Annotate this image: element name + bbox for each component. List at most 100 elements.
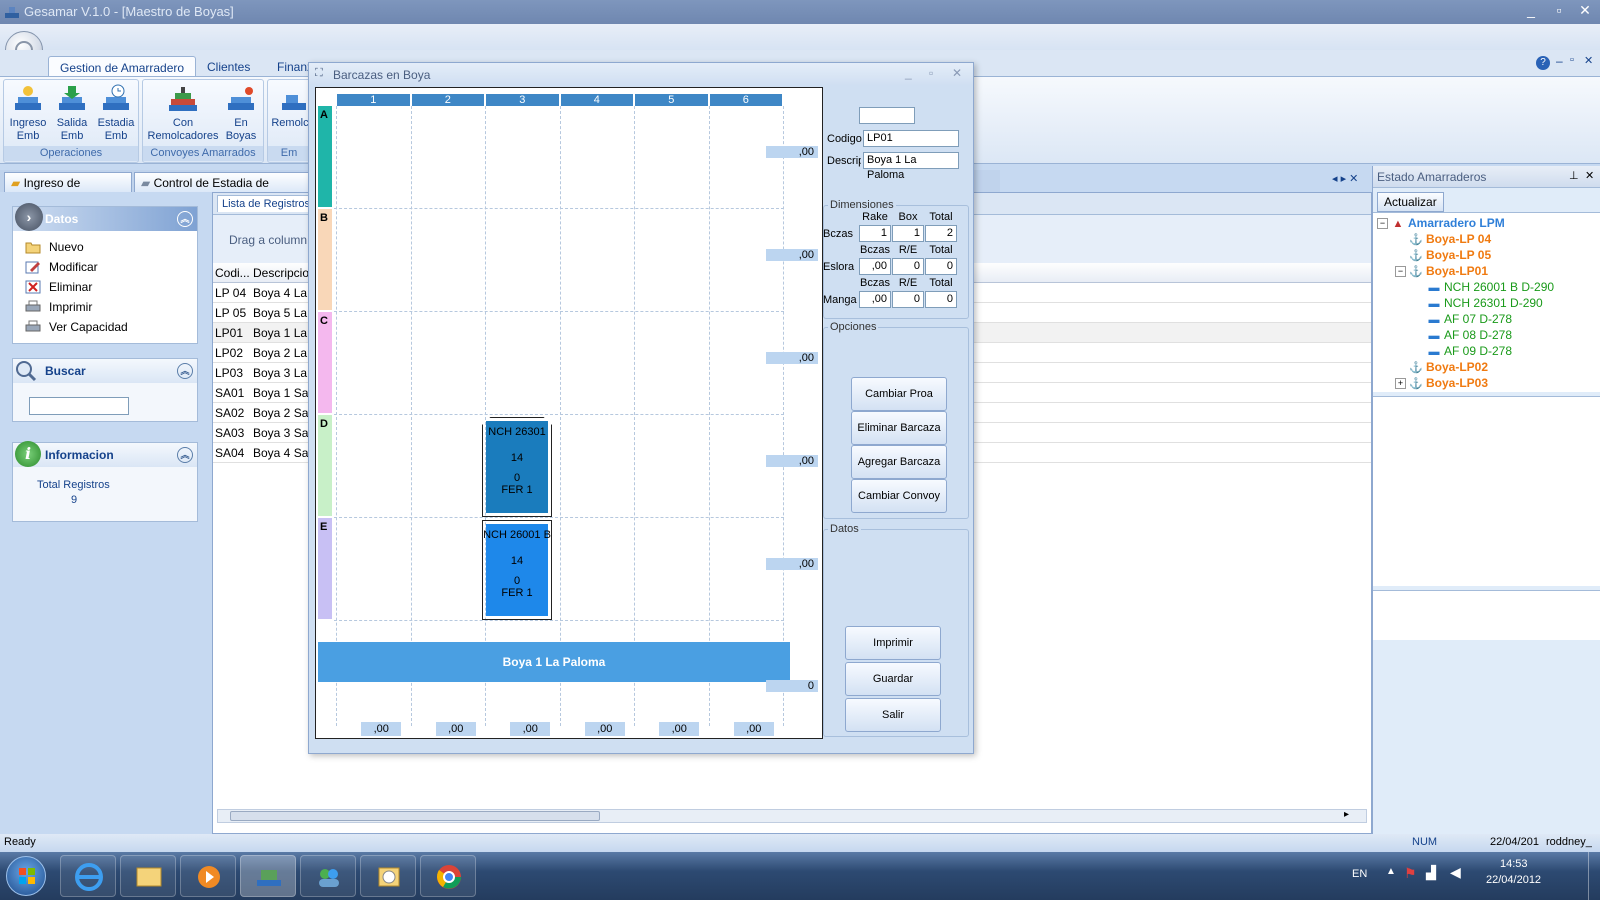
datos-header[interactable]: › Datos ︽ [13,203,197,231]
maximize-button[interactable]: ▫ [1548,2,1570,18]
dim-value-field[interactable]: 0 [892,258,924,275]
taskbar-explorer[interactable] [120,855,176,897]
dim-value-field[interactable]: 0 [925,291,957,308]
actualizar-button[interactable]: Actualizar [1377,192,1444,212]
eliminar-barcaza-button[interactable]: Eliminar Barcaza [851,411,947,445]
ribbon-close-icon[interactable]: ✕ [1584,54,1593,67]
tree-item[interactable]: +▬AF 09 D-278 [1373,343,1600,359]
close-icon[interactable]: ✕ [1585,169,1594,182]
tree-expander-icon[interactable]: − [1395,266,1406,278]
menu-modificar[interactable]: Modificar [13,257,197,277]
tree-expander-icon[interactable]: + [1395,378,1406,390]
barge-icon: ▬ [1428,298,1440,310]
collapse-icon[interactable]: ︽ [177,211,193,227]
search-input[interactable] [29,397,129,415]
collapse-icon[interactable]: ︽ [177,363,193,379]
buoy-bar[interactable]: Boya 1 La Paloma [318,642,790,682]
volume-icon[interactable]: ◀ [1450,864,1461,881]
cell-descripcion: Boya 3 Sau [253,426,316,440]
en-boyas-button[interactable]: En Boyas [221,83,261,143]
tree-item[interactable]: +⚓Boya-LP 04 [1373,231,1600,247]
tree-item[interactable]: +⚓Boya-LP02 [1373,359,1600,375]
taskbar-ie[interactable] [60,855,116,897]
top-value-field[interactable] [859,107,915,124]
edit-icon [25,260,41,274]
agregar-barcaza-button[interactable]: Agregar Barcaza [851,445,947,479]
column-header-descripcion[interactable]: Descripcio [253,263,309,283]
remolc-button[interactable]: Remolc [270,83,310,130]
dim-row-label: Manga [823,294,857,306]
dim-value-field[interactable]: 1 [859,225,891,242]
menu-nuevo[interactable]: Nuevo [13,237,197,257]
imprimir-button[interactable]: Imprimir [845,626,941,660]
dim-value-field[interactable]: 2 [925,225,957,242]
dim-value-field[interactable]: 0 [925,258,957,275]
dim-value-field[interactable]: ,00 [859,291,891,308]
salida-emb-button[interactable]: Salida Emb [52,83,92,143]
show-desktop-button[interactable] [1588,852,1600,900]
total-registros-value: 9 [71,494,78,506]
dim-value-field[interactable]: 0 [892,291,924,308]
taskbar-messenger[interactable] [300,855,356,897]
menu-ver-capacidad[interactable]: Ver Capacidad [13,317,197,337]
tree-item[interactable]: +▬AF 07 D-278 [1373,311,1600,327]
minimize-button[interactable]: _ [1520,2,1542,18]
taskbar-date[interactable]: 22/04/2012 [1486,874,1541,886]
taskbar-media-player[interactable] [180,855,236,897]
estadia-emb-button[interactable]: Estadia Emb [96,83,136,143]
informacion-header[interactable]: i Informacion ︽ [13,441,197,467]
tree-item[interactable]: +▬NCH 26001 B D-290 [1373,279,1600,295]
ribbon-minimize-icon[interactable]: – [1556,54,1563,68]
taskbar-outlook[interactable] [360,855,416,897]
tab-lista-registros[interactable]: Lista de Registros [217,195,316,212]
dialog-maximize-button[interactable]: ▫ [929,66,933,80]
cambiar-convoy-button[interactable]: Cambiar Convoy [851,479,947,513]
tree-expander-icon[interactable]: − [1377,218,1388,230]
taskbar-gesamar[interactable] [240,855,296,897]
scrollbar-thumb[interactable] [230,811,600,821]
menu-eliminar[interactable]: Eliminar [13,277,197,297]
tab-ingreso-barcazas[interactable]: ▰ Ingreso de Barcazas [4,172,132,204]
dialog-minimize-button[interactable]: _ [905,66,912,80]
help-icon[interactable]: ? [1536,56,1550,70]
tree-item[interactable]: +▬AF 08 D-278 [1373,327,1600,343]
horizontal-scrollbar[interactable]: ▸ [217,809,1367,823]
flag-icon[interactable]: ⚑ [1404,865,1417,882]
show-hidden-icons[interactable]: ▲ [1386,866,1396,877]
taskbar-chrome[interactable] [420,855,476,897]
close-button[interactable]: ✕ [1574,2,1596,19]
ingreso-emb-button[interactable]: Ingreso Emb [8,83,48,143]
cambiar-proa-rake-button[interactable]: Cambiar Proa Rake [851,377,947,432]
tree-item[interactable]: +⚓Boya-LP 05 [1373,247,1600,263]
barge-block[interactable]: NCH 26301 14 0 FER 1 [482,417,552,517]
tree-item[interactable]: +▬NCH 26301 D-290 [1373,295,1600,311]
tree-item[interactable]: − ▲ Amarradero LPM [1373,215,1600,231]
start-button[interactable] [6,856,46,896]
con-remolcadores-button[interactable]: Con Remolcadores [145,83,221,143]
tab-clientes[interactable]: Clientes [196,56,261,78]
dialog-close-button[interactable]: ✕ [952,66,962,80]
tab-gestion-amarradero[interactable]: Gestion de Amarradero [48,56,197,78]
pin-icon[interactable]: ⊥ [1569,169,1579,182]
taskbar-time[interactable]: 14:53 [1500,858,1528,870]
tree-item[interactable]: − ⚓ Boya-LP01 [1373,263,1600,279]
network-icon[interactable]: ▟ [1426,865,1436,881]
barge-block[interactable]: NCH 26001 B 14 0 FER 1 [482,520,552,620]
tree-item-label: Boya-LP01 [1426,264,1489,278]
dim-value-field[interactable]: 1 [892,225,924,242]
menu-imprimir[interactable]: Imprimir [13,297,197,317]
tree-item[interactable]: + ⚓ Boya-LP03 [1373,375,1600,391]
tab-control-estadia[interactable]: ▰ Control de Estadia de Barcazas [134,172,312,204]
collapse-icon[interactable]: ︽ [177,447,193,463]
dim-value-field[interactable]: ,00 [859,258,891,275]
buscar-header[interactable]: Buscar ︽ [13,359,197,383]
salir-button[interactable]: Salir [845,698,941,732]
column-header-codigo[interactable]: Codi... [215,263,250,283]
descrip-field[interactable]: Boya 1 La Paloma [863,152,959,181]
scroll-right-icon[interactable]: ▸ [1344,809,1349,820]
guardar-button[interactable]: Guardar [845,662,941,696]
codigo-field[interactable]: LP01 [863,130,959,147]
ribbon-restore-icon[interactable]: ▫ [1570,54,1574,66]
language-indicator[interactable]: EN [1352,868,1367,880]
doc-tab-nav[interactable]: ◂ ▸ ✕ [1332,172,1358,185]
